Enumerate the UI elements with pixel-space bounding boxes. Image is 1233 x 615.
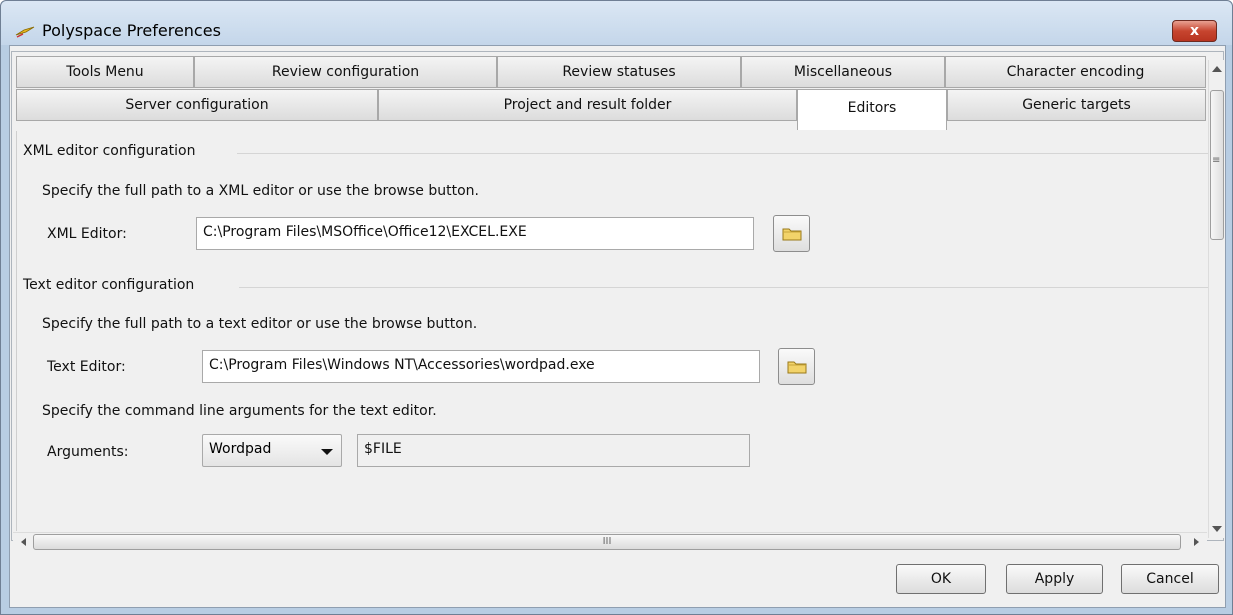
- text-instruction: Specify the full path to a text editor o…: [42, 316, 478, 332]
- folder-icon: [787, 361, 807, 374]
- scroll-down-icon[interactable]: [1212, 526, 1222, 532]
- tab-project-and-result-folder[interactable]: Project and result folder: [378, 89, 797, 121]
- text-editor-label: Text Editor:: [47, 359, 126, 375]
- arguments-field[interactable]: $FILE: [357, 434, 750, 467]
- group-separator: [237, 153, 1209, 154]
- tab-review-statuses[interactable]: Review statuses: [497, 56, 741, 88]
- ok-button[interactable]: OK: [896, 564, 986, 594]
- cancel-button[interactable]: Cancel: [1121, 564, 1219, 594]
- vertical-scrollbar[interactable]: ≡: [1208, 60, 1225, 538]
- scroll-up-icon[interactable]: [1212, 66, 1222, 72]
- title-bar[interactable]: Polyspace Preferences x: [1, 1, 1232, 45]
- xml-group-title: XML editor configuration: [23, 143, 196, 159]
- text-browse-button[interactable]: [778, 348, 815, 385]
- tab-character-encoding[interactable]: Character encoding: [945, 56, 1206, 88]
- horizontal-scrollbar[interactable]: III: [13, 532, 1207, 550]
- text-editor-field[interactable]: C:\Program Files\Windows NT\Accessories\…: [202, 350, 760, 383]
- arguments-label: Arguments:: [47, 444, 129, 460]
- xml-instruction: Specify the full path to a XML editor or…: [42, 183, 479, 199]
- tab-review-configuration[interactable]: Review configuration: [194, 56, 497, 88]
- tab-server-configuration[interactable]: Server configuration: [16, 89, 378, 121]
- scroll-grip-icon: ≡: [1212, 155, 1221, 166]
- group-separator: [239, 287, 1209, 288]
- tab-tools-menu[interactable]: Tools Menu: [16, 56, 194, 88]
- tab-miscellaneous[interactable]: Miscellaneous: [741, 56, 945, 88]
- vertical-scroll-thumb[interactable]: ≡: [1210, 90, 1224, 240]
- preferences-window: Polyspace Preferences x Tools Menu Revie…: [0, 0, 1233, 615]
- window-title: Polyspace Preferences: [42, 21, 221, 40]
- args-instruction: Specify the command line arguments for t…: [42, 403, 437, 419]
- apply-button[interactable]: Apply: [1006, 564, 1103, 594]
- polyspace-logo-icon: [15, 26, 35, 38]
- tab-editors[interactable]: Editors: [797, 89, 947, 130]
- xml-editor-label: XML Editor:: [47, 226, 127, 242]
- scroll-left-icon[interactable]: [21, 538, 26, 546]
- chevron-down-icon: [321, 449, 333, 455]
- arguments-preset-value: Wordpad: [209, 441, 272, 457]
- editors-panel: XML editor configuration Specify the ful…: [16, 131, 1209, 531]
- arguments-preset-dropdown[interactable]: Wordpad: [202, 434, 342, 467]
- scroll-right-icon[interactable]: [1194, 538, 1199, 546]
- tab-generic-targets[interactable]: Generic targets: [947, 89, 1206, 121]
- folder-icon: [782, 228, 802, 241]
- close-button[interactable]: x: [1172, 20, 1217, 42]
- preferences-scroll-pane: Tools Menu Review configuration Review s…: [11, 51, 1225, 550]
- xml-editor-field[interactable]: C:\Program Files\MSOffice\Office12\EXCEL…: [196, 217, 754, 250]
- horizontal-scroll-thumb[interactable]: III: [33, 534, 1181, 550]
- dialog-body: Tools Menu Review configuration Review s…: [9, 45, 1226, 608]
- xml-browse-button[interactable]: [773, 215, 810, 252]
- text-group-title: Text editor configuration: [23, 277, 195, 293]
